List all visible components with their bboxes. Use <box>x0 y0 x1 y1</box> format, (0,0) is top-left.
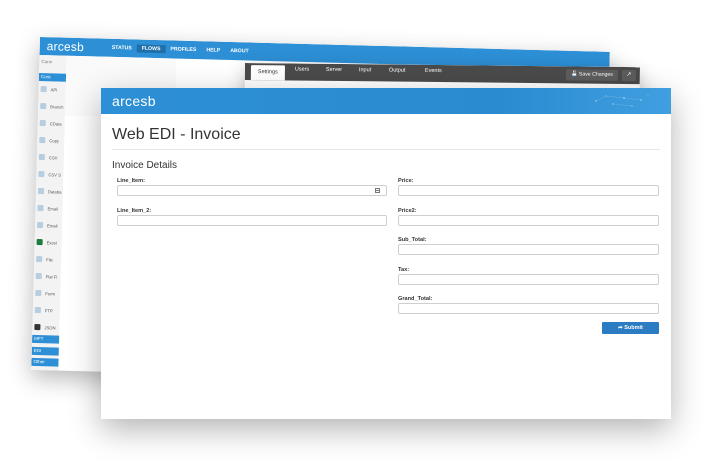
form-icon <box>35 289 42 297</box>
sidebar-group-mft[interactable]: MFT <box>31 334 60 344</box>
ftp-icon <box>34 306 41 314</box>
sidebar-item[interactable]: Excel <box>36 237 97 249</box>
flows-nav: STATUS FLOWS PROFILES HELP ABOUT <box>107 44 254 56</box>
save-changes-label: Save Changes <box>578 71 613 78</box>
calendar-icon[interactable] <box>375 188 380 193</box>
page-title: Web EDI - Invoice <box>112 126 241 143</box>
sidebar-item[interactable]: API <box>40 84 101 96</box>
sidebar-item[interactable]: Form <box>35 288 95 300</box>
sidebar-item[interactable]: Copy <box>39 135 99 147</box>
header-decoration-icon <box>595 94 649 107</box>
csv-icon <box>38 154 45 161</box>
nav-status[interactable]: STATUS <box>107 44 137 53</box>
tab-server[interactable]: Server <box>326 67 342 73</box>
tab-users[interactable]: Users <box>295 67 309 73</box>
tax-input[interactable] <box>398 274 659 285</box>
submit-button[interactable]: ➦ Submit <box>602 322 659 334</box>
cdata-icon <box>39 120 46 127</box>
nav-flows[interactable]: FLOWS <box>136 44 166 54</box>
sidebar-item[interactable]: CSV <box>38 152 99 164</box>
tab-events[interactable]: Events <box>425 68 442 74</box>
sidebar-group-edi[interactable]: EDI <box>31 346 59 356</box>
branch-icon <box>40 103 47 110</box>
external-link-icon[interactable]: ↗ <box>621 69 636 82</box>
sidebar-item-label: CSV <box>48 154 58 160</box>
sidebar-item[interactable]: JSON <box>34 322 94 334</box>
database-icon <box>37 188 45 195</box>
price-input[interactable] <box>398 185 659 196</box>
excel-icon <box>36 238 43 246</box>
copy-icon <box>39 137 46 144</box>
sidebar-item-label: CSV S <box>48 171 62 178</box>
sidebar-item-label: Excel <box>46 239 57 246</box>
price2-input[interactable] <box>398 215 659 226</box>
flat-file-icon <box>35 272 42 280</box>
line-item-2-label: Line_Item_2: <box>117 208 152 214</box>
invoice-header: arcesb <box>101 88 671 114</box>
sidebar-item[interactable]: Databa <box>37 186 98 198</box>
tab-input[interactable]: Input <box>359 67 371 73</box>
sidebar-group-other[interactable]: Other <box>31 357 59 367</box>
email-send-icon <box>36 221 44 229</box>
sidebar-group-core[interactable]: Core <box>38 72 67 82</box>
file-icon <box>36 255 43 263</box>
sidebar-item[interactable]: CSV S <box>38 169 98 181</box>
nav-profiles[interactable]: PROFILES <box>165 45 201 54</box>
sidebar-item-label: API <box>50 86 58 92</box>
title-divider <box>112 149 660 150</box>
grand-total-label: Grand_Total: <box>398 296 433 302</box>
csv-split-icon <box>38 171 45 178</box>
sidebar-item[interactable]: File <box>36 254 96 266</box>
tab-output[interactable]: Output <box>389 68 406 74</box>
line-item-label: Line_Item: <box>117 178 145 184</box>
sidebar-item[interactable]: Flat Fi <box>35 271 96 283</box>
sidebar-item-label: Databa <box>47 188 62 195</box>
settings-tabbar: Settings Users Server Input Output Event… <box>244 63 640 85</box>
sidebar-item-label: FTP <box>44 307 53 313</box>
invoice-window: arcesb Web EDI - Invoice Invoice Details… <box>101 88 671 419</box>
line-item-input[interactable] <box>117 185 387 196</box>
sidebar-item[interactable]: Email <box>37 203 97 215</box>
tab-settings[interactable]: Settings <box>250 65 285 81</box>
sidebar-item-label: Form <box>45 290 56 296</box>
json-icon <box>34 323 41 331</box>
sidebar-item-label: Branch <box>50 103 64 110</box>
save-changes-button[interactable]: 💾 Save Changes <box>565 69 618 81</box>
sidebar-item-label: Email <box>47 205 59 212</box>
nav-about[interactable]: ABOUT <box>225 47 254 56</box>
section-title: Invoice Details <box>112 160 178 171</box>
sidebar-item-label: Email <box>47 222 58 229</box>
grand-total-input[interactable] <box>398 303 659 314</box>
flows-logo: arcesb <box>46 39 85 55</box>
price-label: Price: <box>398 178 414 184</box>
sidebar-item-label: Flat Fi <box>45 273 58 280</box>
sidebar-item[interactable]: FTP <box>34 305 95 317</box>
sidebar-item-label: File <box>46 256 53 262</box>
sidebar-item[interactable]: Branch <box>40 101 100 113</box>
sidebar-item[interactable]: Email <box>36 220 97 232</box>
sidebar-item-label: CData <box>49 120 62 127</box>
invoice-logo: arcesb <box>112 93 156 109</box>
email-icon <box>37 204 44 212</box>
sidebar-item[interactable]: CData <box>39 118 100 130</box>
sub-total-input[interactable] <box>398 244 659 255</box>
sub-total-label: Sub_Total: <box>398 237 427 243</box>
sidebar-item-label: JSON <box>44 324 56 331</box>
submit-label: Submit <box>624 325 643 331</box>
sidebar-item-label: Copy <box>49 137 60 144</box>
price2-label: Price2: <box>398 208 417 214</box>
api-icon <box>40 86 47 93</box>
line-item-2-input[interactable] <box>117 215 387 226</box>
nav-help[interactable]: HELP <box>201 46 225 55</box>
tax-label: Tax: <box>398 267 410 273</box>
